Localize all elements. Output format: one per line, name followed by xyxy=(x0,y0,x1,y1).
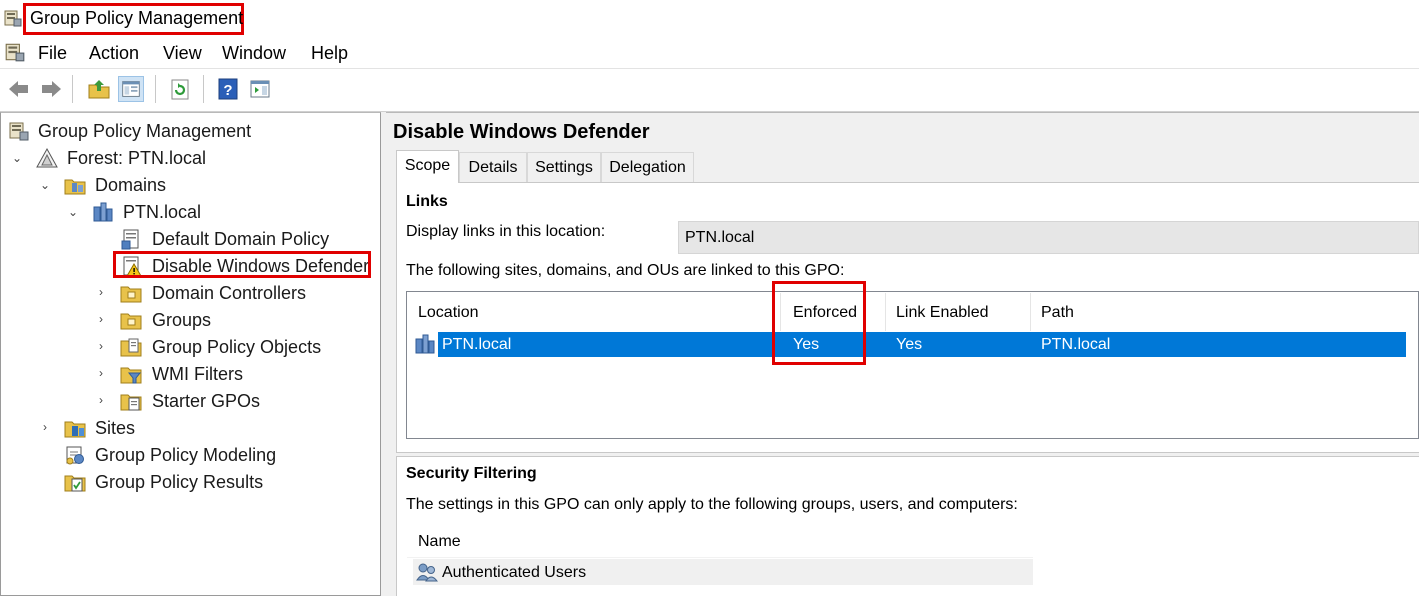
tab-scope[interactable]: Scope xyxy=(396,150,459,183)
system-menu-icon[interactable] xyxy=(4,41,26,63)
chevron-right-icon[interactable]: › xyxy=(43,420,55,434)
tree-item-starter-gpos[interactable]: Starter GPOs xyxy=(152,391,260,412)
tree-item-sites[interactable]: Sites xyxy=(95,418,135,439)
menu-file[interactable]: File xyxy=(38,43,67,64)
toolbar-separator xyxy=(155,75,156,103)
location-label: Display links in this location: xyxy=(406,223,606,240)
wmi-filter-folder-icon xyxy=(120,367,142,384)
location-value: PTN.local xyxy=(685,229,755,246)
row-path: PTN.local xyxy=(1041,336,1111,353)
links-heading: Links xyxy=(406,193,448,210)
chevron-right-icon[interactable]: › xyxy=(99,312,111,326)
security-caption: The settings in this GPO can only apply … xyxy=(406,496,1018,513)
gpo-link-icon xyxy=(121,229,139,250)
starter-gpo-folder-icon xyxy=(120,394,142,411)
menu-action[interactable]: Action xyxy=(89,43,139,64)
location-dropdown[interactable] xyxy=(678,221,1419,254)
menu-help[interactable]: Help xyxy=(311,43,348,64)
chevron-right-icon[interactable]: › xyxy=(99,393,111,407)
chevron-right-icon[interactable]: › xyxy=(99,366,111,380)
domain-icon xyxy=(93,202,113,222)
back-arrow-icon[interactable] xyxy=(6,76,32,102)
column-separator[interactable] xyxy=(1030,293,1031,331)
tab-settings[interactable]: Settings xyxy=(527,152,601,182)
window-title: Group Policy Management xyxy=(30,8,244,28)
domain-icon xyxy=(415,334,435,354)
tree-item-root[interactable]: Group Policy Management xyxy=(38,121,251,142)
gp-modeling-icon xyxy=(66,446,84,465)
chevron-right-icon[interactable]: › xyxy=(99,285,111,299)
forest-icon xyxy=(36,147,58,168)
gp-results-icon xyxy=(64,475,86,492)
tree-item-forest[interactable]: Forest: PTN.local xyxy=(67,148,206,169)
svg-text:?: ? xyxy=(223,82,232,99)
gpo-folder-icon xyxy=(120,338,142,357)
column-header-name[interactable]: Name xyxy=(418,533,461,551)
tree-item-default-domain-policy[interactable]: Default Domain Policy xyxy=(152,229,329,250)
chevron-down-icon[interactable]: ⌄ xyxy=(40,178,52,192)
column-header-link-enabled[interactable]: Link Enabled xyxy=(896,304,989,322)
column-header-location[interactable]: Location xyxy=(418,304,479,322)
linked-caption: The following sites, domains, and OUs ar… xyxy=(406,262,845,279)
up-folder-icon[interactable] xyxy=(86,76,112,102)
toolbar-separator xyxy=(72,75,73,103)
row-location: PTN.local xyxy=(442,336,512,353)
menu-view[interactable]: View xyxy=(163,43,202,64)
refresh-icon[interactable] xyxy=(167,76,193,102)
help-icon[interactable]: ? xyxy=(215,76,241,102)
selected-item-highlight-box xyxy=(113,251,371,278)
tree-item-wmi-filters[interactable]: WMI Filters xyxy=(152,364,243,385)
ou-folder-icon xyxy=(120,313,142,330)
tree-item-group-policy-results[interactable]: Group Policy Results xyxy=(95,472,263,493)
toolbar xyxy=(0,69,1419,111)
column-separator[interactable] xyxy=(885,293,886,331)
column-header-path[interactable]: Path xyxy=(1041,304,1074,322)
gpm-app-icon xyxy=(4,10,22,27)
ou-folder-icon xyxy=(120,286,142,303)
security-filtering-heading: Security Filtering xyxy=(406,465,537,482)
action-pane-icon[interactable] xyxy=(247,76,273,102)
row-link-enabled: Yes xyxy=(896,336,923,353)
forward-arrow-icon[interactable] xyxy=(38,76,64,102)
security-table-header xyxy=(407,524,1033,558)
security-row-name: Authenticated Users xyxy=(442,564,587,581)
tree-item-domain-controllers[interactable]: Domain Controllers xyxy=(152,283,306,304)
enforced-highlight-box xyxy=(772,281,866,365)
gpo-title: Disable Windows Defender xyxy=(393,121,650,143)
tree-item-group-policy-modeling[interactable]: Group Policy Modeling xyxy=(95,445,276,466)
users-group-icon xyxy=(416,563,438,582)
toolbar-separator xyxy=(203,75,204,103)
gpm-root-icon xyxy=(9,122,29,141)
show-hide-console-tree-icon[interactable] xyxy=(118,76,144,102)
chevron-down-icon[interactable]: ⌄ xyxy=(68,205,80,219)
section-splitter[interactable] xyxy=(396,452,1419,457)
tree-item-groups[interactable]: Groups xyxy=(152,310,211,331)
menu-window[interactable]: Window xyxy=(222,43,286,64)
tree-item-group-policy-objects[interactable]: Group Policy Objects xyxy=(152,337,321,358)
menu-bar xyxy=(0,38,1419,68)
tab-details[interactable]: Details xyxy=(459,152,527,182)
tree-item-domain[interactable]: PTN.local xyxy=(123,202,201,223)
tab-delegation[interactable]: Delegation xyxy=(601,152,694,182)
chevron-right-icon[interactable]: › xyxy=(99,339,111,353)
domains-folder-icon xyxy=(64,179,86,195)
tree-item-domains[interactable]: Domains xyxy=(95,175,166,196)
sites-icon xyxy=(64,421,86,438)
chevron-down-icon[interactable]: ⌄ xyxy=(12,151,24,165)
